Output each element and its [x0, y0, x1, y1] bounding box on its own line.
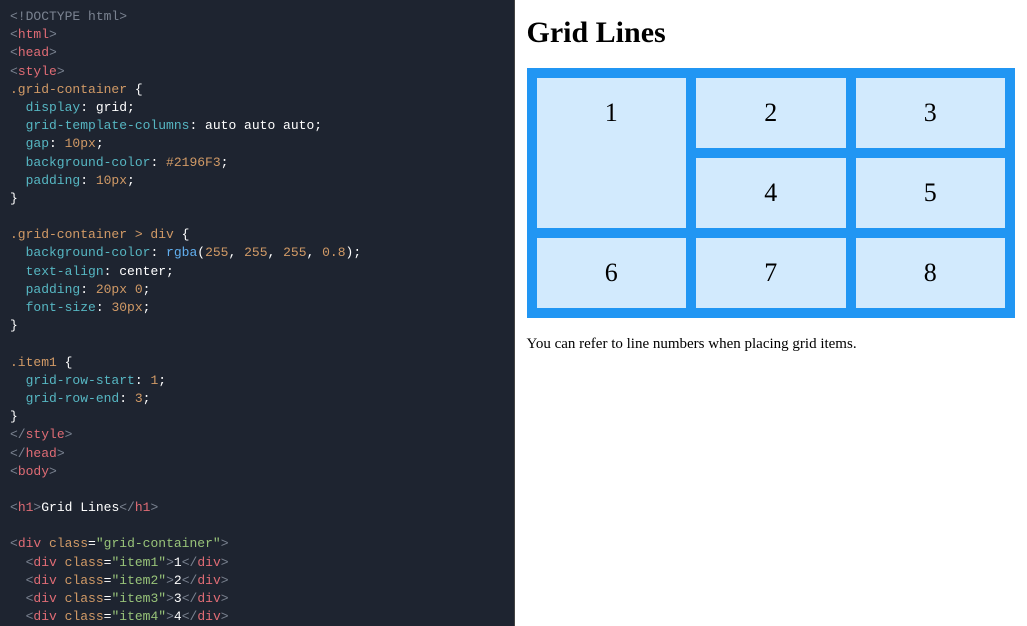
grid-container: 1 2 3 4 5 6 7 8 [527, 68, 1016, 318]
grid-cell-5: 5 [856, 158, 1006, 228]
page-title: Grid Lines [527, 16, 1016, 50]
grid-cell-7: 7 [696, 238, 846, 308]
grid-cell-8: 8 [856, 238, 1006, 308]
grid-cell-3: 3 [856, 78, 1006, 148]
code-doctype: <!DOCTYPE html> [10, 9, 127, 24]
grid-cell-2: 2 [696, 78, 846, 148]
preview-pane: Grid Lines 1 2 3 4 5 6 7 8 You can refer… [514, 0, 1027, 626]
grid-cell-4: 4 [696, 158, 846, 228]
grid-cell-1: 1 [537, 78, 687, 228]
code-editor-pane[interactable]: <!DOCTYPE html> <html> <head> <style> .g… [0, 0, 514, 626]
grid-cell-6: 6 [537, 238, 687, 308]
description-text: You can refer to line numbers when placi… [527, 336, 1016, 353]
